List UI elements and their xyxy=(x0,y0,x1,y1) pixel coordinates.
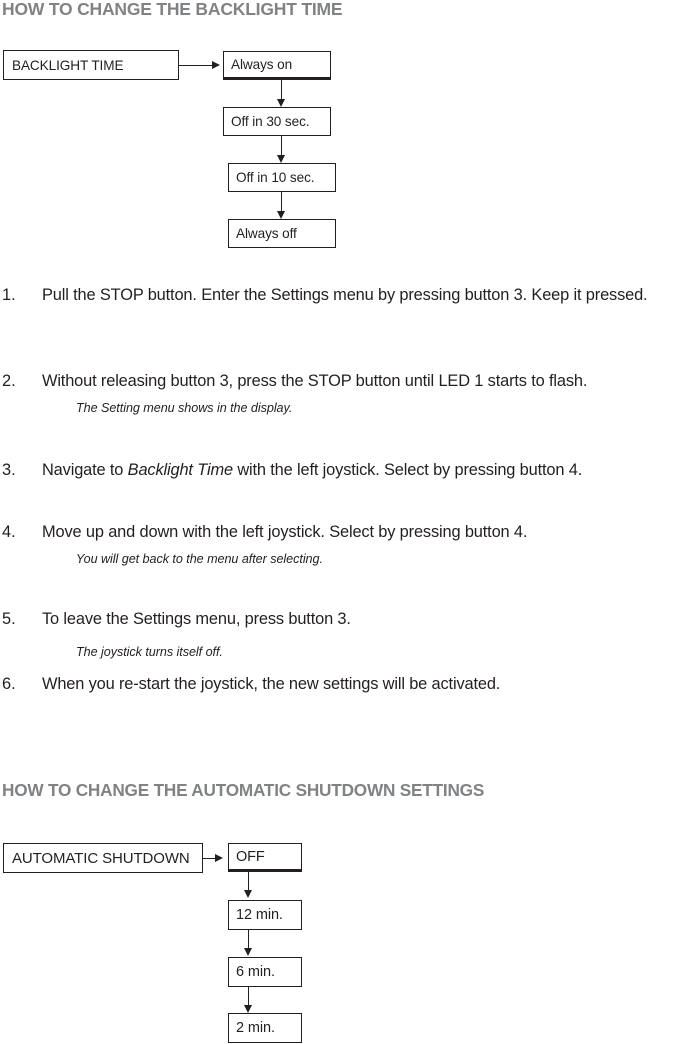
flowchart-option-1-backlight: Off in 30 sec. xyxy=(223,107,331,136)
step-text: Move up and down with the left joystick.… xyxy=(42,523,528,541)
step-note-4: You will get back to the menu after sele… xyxy=(76,552,323,566)
arrow-down-icon xyxy=(243,948,252,956)
step-number: 5. xyxy=(2,610,16,628)
step-text: Without releasing button 3, press the ST… xyxy=(42,372,588,390)
arrow-down-icon xyxy=(276,211,285,219)
flowchart-option-1-shutdown: 12 min. xyxy=(228,900,302,930)
step-number: 1. xyxy=(2,286,16,304)
step-text: When you re-start the joystick, the new … xyxy=(42,675,501,693)
flowchart-root-backlight: BACKLIGHT TIME xyxy=(3,50,179,80)
flowchart-option-2-shutdown: 6 min. xyxy=(228,957,302,987)
arrow-down-icon xyxy=(243,890,252,898)
arrow-right-icon xyxy=(215,853,223,862)
arrow-down-icon xyxy=(276,99,285,107)
flowchart-option-0-shutdown: OFF xyxy=(228,843,302,872)
flowchart-option-2-backlight: Off in 10 sec. xyxy=(228,163,336,192)
step-text: Pull the STOP button. Enter the Settings… xyxy=(42,286,648,304)
step-number: 4. xyxy=(2,523,16,541)
arrow-down-icon xyxy=(276,155,285,163)
step-text: To leave the Settings menu, press button… xyxy=(42,610,351,628)
step-note-2: The Setting menu shows in the display. xyxy=(76,401,293,415)
flowchart-option-3-backlight: Always off xyxy=(228,219,336,248)
arrow-down-icon xyxy=(243,1005,252,1013)
step-number: 6. xyxy=(2,675,16,693)
page-title-backlight: HOW TO CHANGE THE BACKLIGHT TIME xyxy=(2,0,343,19)
step-text: Navigate to Backlight Time with the left… xyxy=(42,459,695,482)
arrow-right-icon xyxy=(212,60,220,69)
connector-line-root xyxy=(179,65,213,66)
step-number: 3. xyxy=(2,461,16,479)
flowchart-option-0-backlight: Always on xyxy=(223,51,331,80)
flowchart-option-3-shutdown: 2 min. xyxy=(228,1013,302,1043)
step-note-5: The joystick turns itself off. xyxy=(76,645,223,659)
step-text-post: with the left joystick. Select by pressi… xyxy=(232,461,583,479)
step-text-emphasis: Backlight Time xyxy=(127,461,233,479)
page-title-shutdown: HOW TO CHANGE THE AUTOMATIC SHUTDOWN SET… xyxy=(2,780,485,800)
step-number: 2. xyxy=(2,372,16,390)
step-text-pre: Navigate to xyxy=(42,461,128,479)
flowchart-root-shutdown: AUTOMATIC SHUTDOWN xyxy=(3,843,203,873)
